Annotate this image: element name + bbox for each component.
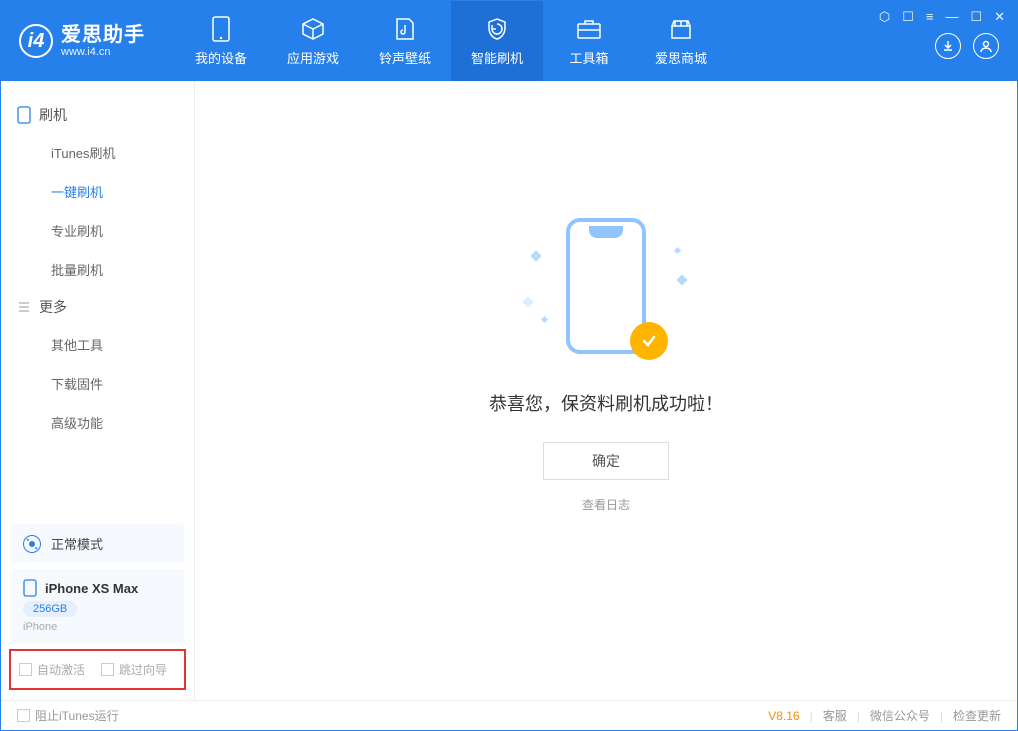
tab-label: 工具箱 [569,48,608,67]
header-bar: i4 爱思助手 www.i4.cn 我的设备 应用游戏 铃声壁纸 智能刷机 工具… [1,1,1017,81]
sidebar-group-more: 更多 [1,289,194,325]
sidebar-group-flash: 刷机 [1,97,194,133]
lock-icon[interactable]: ☐ [902,9,914,25]
sidebar-item-advanced[interactable]: 高级功能 [1,403,194,442]
check-update-link[interactable]: 检查更新 [953,707,1001,724]
block-itunes-checkbox[interactable]: 阻止iTunes运行 [17,707,119,724]
group-label: 刷机 [39,105,67,125]
sidebar: 刷机 iTunes刷机 一键刷机 专业刷机 批量刷机 更多 其他工具 下载固件 … [1,81,195,700]
sidebar-item-batch-flash[interactable]: 批量刷机 [1,250,194,289]
tab-label: 应用游戏 [287,48,339,67]
highlighted-checkbox-row: 自动激活 跳过向导 [9,649,186,690]
tab-label: 智能刷机 [471,48,523,67]
main-content: 恭喜您，保资料刷机成功啦！ 确定 查看日志 [195,81,1017,700]
tab-my-device[interactable]: 我的设备 [175,1,267,81]
header-actions [935,33,999,59]
checkbox-label: 自动激活 [37,661,85,678]
tab-smart-flash[interactable]: 智能刷机 [451,1,543,81]
sidebar-item-other-tools[interactable]: 其他工具 [1,325,194,364]
shield-icon [484,16,510,42]
sidebar-item-oneclick-flash[interactable]: 一键刷机 [1,172,194,211]
mode-card[interactable]: 正常模式 [11,524,184,563]
wechat-link[interactable]: 微信公众号 [870,707,930,724]
customer-service-link[interactable]: 客服 [823,707,847,724]
maximize-button[interactable]: ☐ [970,9,982,25]
tab-toolbox[interactable]: 工具箱 [543,1,635,81]
sidebar-item-firmware[interactable]: 下载固件 [1,364,194,403]
view-log-link[interactable]: 查看日志 [582,496,630,513]
checkbox-label: 跳过向导 [119,661,167,678]
skip-wizard-checkbox[interactable]: 跳过向导 [101,661,167,678]
tab-ringtones[interactable]: 铃声壁纸 [359,1,451,81]
toolbox-icon [576,16,602,42]
auto-activate-checkbox[interactable]: 自动激活 [19,661,85,678]
device-name: iPhone XS Max [45,581,138,596]
close-button[interactable]: ✕ [994,9,1005,25]
main-tabs: 我的设备 应用游戏 铃声壁纸 智能刷机 工具箱 爱思商城 [175,1,727,81]
user-button[interactable] [973,33,999,59]
music-file-icon [392,16,418,42]
app-logo: i4 爱思助手 www.i4.cn [19,24,145,58]
minimize-button[interactable]: — [945,9,958,25]
device-type: iPhone [23,621,57,633]
tab-store[interactable]: 爱思商城 [635,1,727,81]
tab-apps[interactable]: 应用游戏 [267,1,359,81]
list-icon [17,300,31,314]
checkmark-badge [630,322,668,360]
mode-icon [23,535,41,553]
group-label: 更多 [39,297,67,317]
device-icon [208,16,234,42]
cube-icon [300,16,326,42]
phone-icon [17,106,31,124]
tab-label: 我的设备 [195,48,247,67]
mode-label: 正常模式 [51,534,103,553]
footer-bar: 阻止iTunes运行 V8.16 | 客服 | 微信公众号 | 检查更新 [1,700,1017,730]
menu-icon[interactable]: ≡ [926,9,934,25]
tshirt-icon[interactable]: ⬡ [879,9,890,25]
logo-icon: i4 [19,24,53,58]
tab-label: 爱思商城 [655,48,707,67]
app-url: www.i4.cn [61,46,145,58]
success-illustration [516,208,696,368]
sidebar-item-itunes-flash[interactable]: iTunes刷机 [1,133,194,172]
checkbox-label: 阻止iTunes运行 [35,707,119,724]
device-storage: 256GB [23,601,77,617]
ok-button[interactable]: 确定 [543,442,669,480]
store-icon [668,16,694,42]
app-title: 爱思助手 [61,24,145,46]
tab-label: 铃声壁纸 [379,48,431,67]
device-card[interactable]: iPhone XS Max 256GB iPhone [11,569,184,643]
download-button[interactable] [935,33,961,59]
version-label: V8.16 [768,709,799,723]
success-message: 恭喜您，保资料刷机成功啦！ [489,390,723,416]
sidebar-item-pro-flash[interactable]: 专业刷机 [1,211,194,250]
device-icon [23,579,37,597]
window-controls: ⬡ ☐ ≡ — ☐ ✕ [879,9,1005,25]
